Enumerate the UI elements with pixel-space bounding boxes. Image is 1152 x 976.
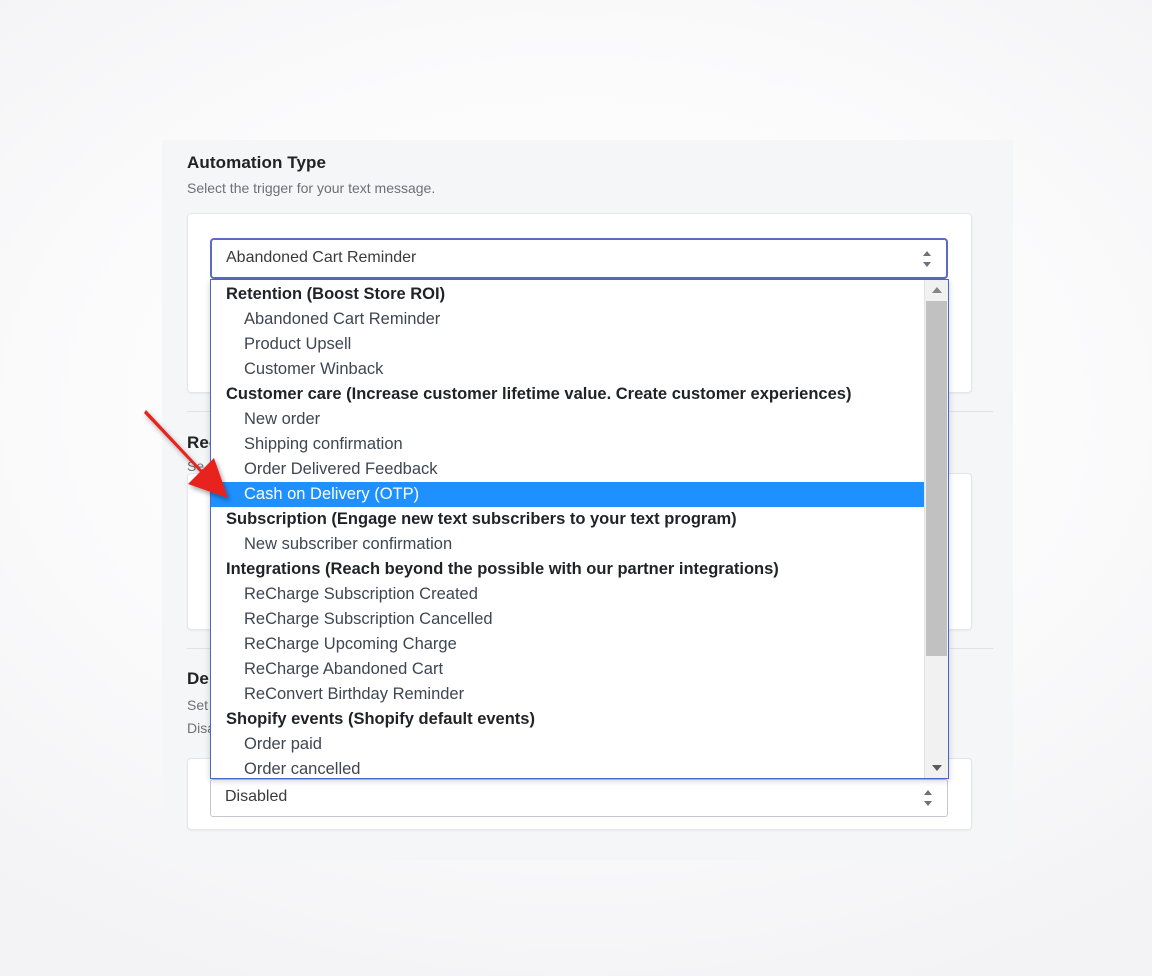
dropdown-options-container: Retention (Boost Store ROI) Abandoned Car… [211, 280, 925, 778]
dropdown-option-item[interactable]: Customer Winback [211, 357, 925, 382]
dropdown-scrollbar[interactable] [924, 280, 948, 778]
dropdown-option-item[interactable]: New subscriber confirmation [211, 532, 925, 557]
dropdown-option-item[interactable]: ReConvert Birthday Reminder [211, 682, 925, 707]
automation-type-subtitle: Select the trigger for your text message… [187, 180, 436, 196]
dropdown-option-item[interactable]: Cash on Delivery (OTP) [211, 482, 925, 507]
dropdown-option-group: Integrations (Reach beyond the possible … [226, 560, 779, 578]
dropdown-option-item[interactable]: Shipping confirmation [211, 432, 925, 457]
page-title-delivery: De [187, 669, 209, 688]
dropdown-option-item[interactable]: Order Delivered Feedback [211, 457, 925, 482]
dropdown-option-group: Subscription (Engage new text subscriber… [226, 510, 737, 528]
automation-type-select-value: Abandoned Cart Reminder [226, 249, 417, 266]
scroll-down-button-icon[interactable] [925, 758, 948, 778]
dropdown-option-item[interactable]: Product Upsell [211, 332, 925, 357]
spinner-arrows-icon[interactable] [923, 250, 932, 268]
automation-type-dropdown-list[interactable]: Retention (Boost Store ROI) Abandoned Car… [210, 279, 949, 779]
dropdown-option-group: Customer care (Increase customer lifetim… [226, 385, 852, 403]
automation-type-select[interactable]: Abandoned Cart Reminder [210, 238, 948, 279]
dropdown-option-group: Shopify events (Shopify default events) [226, 710, 535, 728]
dropdown-option-item[interactable]: Order cancelled [211, 757, 925, 778]
delivery-subtitle-line-1: Set [187, 697, 209, 713]
recurring-subtitle: Se [187, 458, 205, 474]
dropdown-option-item[interactable]: ReCharge Subscription Cancelled [211, 607, 925, 632]
dropdown-option-item[interactable]: ReCharge Abandoned Cart [211, 657, 925, 682]
dropdown-option-item[interactable]: New order [211, 407, 925, 432]
delivery-status-select-value: Disabled [225, 788, 288, 805]
dropdown-option-item[interactable]: Abandoned Cart Reminder [211, 307, 925, 332]
scrollbar-thumb[interactable] [926, 301, 947, 656]
dropdown-option-item[interactable]: Order paid [211, 732, 925, 757]
dropdown-option-item[interactable]: ReCharge Subscription Created [211, 582, 925, 607]
spinner-arrows-icon[interactable] [924, 789, 933, 807]
scroll-up-button-icon[interactable] [925, 280, 948, 300]
dropdown-option-group: Retention (Boost Store ROI) [226, 285, 446, 303]
delivery-status-select[interactable]: Disabled [210, 779, 948, 817]
dropdown-option-item[interactable]: ReCharge Upcoming Charge [211, 632, 925, 657]
page-title-automation-type: Automation Type [187, 153, 327, 172]
